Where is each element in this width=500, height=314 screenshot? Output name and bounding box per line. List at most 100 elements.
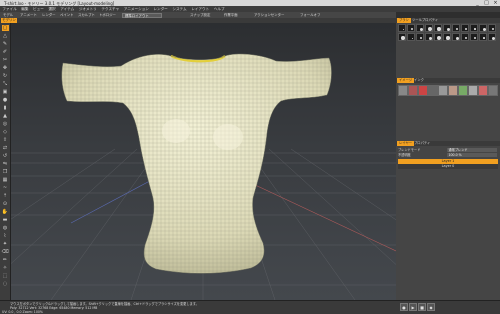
carve-icon[interactable]: ⌇ xyxy=(2,233,9,239)
tab-properties[interactable]: プロパティ xyxy=(412,141,432,146)
clone-icon[interactable]: ❐ xyxy=(2,169,9,175)
triangle-icon[interactable]: △ xyxy=(2,33,9,39)
brush-tip-icon xyxy=(492,28,494,30)
image-thumbnail[interactable] xyxy=(428,85,438,96)
brush-preset[interactable] xyxy=(461,33,469,41)
brush-tip-icon xyxy=(428,27,432,31)
cylinder-icon[interactable]: ▮ xyxy=(2,105,9,111)
image-thumbnail[interactable] xyxy=(478,85,488,96)
snap-settings-button[interactable]: スナップ設定 xyxy=(190,13,210,18)
tab-tool-properties[interactable]: ツールプロパティ xyxy=(410,18,440,23)
brush-preset[interactable] xyxy=(425,24,433,32)
pen-icon[interactable]: ✎ xyxy=(2,41,9,47)
push-icon[interactable]: ⇡ xyxy=(2,193,9,199)
image-thumbnail[interactable] xyxy=(408,85,418,96)
brush-preset[interactable] xyxy=(434,24,442,32)
smooth-icon[interactable]: ~ xyxy=(2,185,9,191)
brush-preset[interactable] xyxy=(407,33,415,41)
brush-preset[interactable] xyxy=(425,33,433,41)
bridge-icon[interactable]: ⇄ xyxy=(2,145,9,151)
record-icon[interactable]: ● xyxy=(400,303,408,311)
brush-preset[interactable] xyxy=(416,24,424,32)
action-center-button[interactable]: アクションセンター xyxy=(254,13,284,18)
key-icon[interactable]: ◆ xyxy=(427,303,435,311)
layout-dropdown[interactable]: 標準ロイアウト xyxy=(122,12,162,18)
cone-icon[interactable]: ▲ xyxy=(2,113,9,119)
array-icon[interactable]: ▦ xyxy=(2,177,9,183)
tab-brushes[interactable]: ブラシ xyxy=(397,18,411,23)
right-panel: ブラシ ツールプロパティ イメージ インク レイヤー プロパティ ブレンドモード… xyxy=(396,18,500,300)
brush-icon[interactable]: ✐ xyxy=(2,49,9,55)
brush-preset[interactable] xyxy=(452,24,460,32)
bevel-icon[interactable]: ◇ xyxy=(2,129,9,135)
rotate-icon[interactable]: ↻ xyxy=(2,73,9,79)
brush-preset[interactable] xyxy=(479,33,487,41)
loop-icon[interactable]: ↺ xyxy=(2,153,9,159)
sphere-icon[interactable]: ● xyxy=(2,97,9,103)
drag-icon[interactable]: ✋ xyxy=(2,209,9,215)
layer-item-selected[interactable]: Layer 1 xyxy=(398,159,498,164)
image-thumbnail[interactable] xyxy=(448,85,458,96)
tweak-icon[interactable]: ✦ xyxy=(2,241,9,247)
image-thumbnail[interactable] xyxy=(398,85,408,96)
brush-tip-icon xyxy=(474,37,476,39)
brush-tip-icon xyxy=(464,36,468,40)
inflate-icon[interactable]: ◍ xyxy=(2,225,9,231)
lasso-icon[interactable]: ◌ xyxy=(2,281,9,287)
paint-icon[interactable]: ✏ xyxy=(2,257,9,263)
brush-preset[interactable] xyxy=(416,33,424,41)
image-thumbnail[interactable] xyxy=(468,85,478,96)
select-icon[interactable]: ⬚ xyxy=(2,273,9,279)
image-thumbnail[interactable] xyxy=(438,85,448,96)
play-icon[interactable]: ▶ xyxy=(409,303,417,311)
brush-preset[interactable] xyxy=(398,33,406,41)
magnet-icon[interactable]: ⊙ xyxy=(2,201,9,207)
mode-render-button[interactable]: レンダー xyxy=(42,13,56,18)
brush-tip-icon xyxy=(411,37,413,39)
mirror-icon[interactable]: ⇋ xyxy=(2,161,9,167)
brush-preset[interactable] xyxy=(461,24,469,32)
mode-sculpt-button[interactable]: スカルプト xyxy=(78,13,95,18)
flatten-icon[interactable]: ▬ xyxy=(2,217,9,223)
brush-preset[interactable] xyxy=(452,33,460,41)
t-shirt-mesh[interactable] xyxy=(11,23,396,300)
mode-paint-button[interactable]: ペイント xyxy=(60,13,74,18)
brush-preset[interactable] xyxy=(470,33,478,41)
brush-preset[interactable] xyxy=(479,24,487,32)
layer-item[interactable]: Layer 0 xyxy=(398,164,498,169)
mode-topology-button[interactable]: トポロジー xyxy=(99,13,116,18)
work-plane-button[interactable]: 作業平面 xyxy=(224,13,238,18)
image-thumbnail[interactable] xyxy=(458,85,468,96)
tab-ink[interactable]: インク xyxy=(412,78,426,83)
brush-tip-icon xyxy=(419,27,423,31)
knife-icon[interactable]: ✂ xyxy=(2,57,9,63)
brush-preset[interactable] xyxy=(398,24,406,32)
image-thumbnail[interactable] xyxy=(488,85,498,96)
cube-icon[interactable]: ▣ xyxy=(2,89,9,95)
blend-mode-select[interactable]: 通常ブレンド xyxy=(447,148,497,153)
torus-icon[interactable]: ◎ xyxy=(2,121,9,127)
viewport-canvas[interactable] xyxy=(11,23,396,300)
brush-preset[interactable] xyxy=(488,33,496,41)
pick-icon[interactable]: ✧ xyxy=(2,265,9,271)
square-icon[interactable]: ▢ xyxy=(1,25,9,31)
mode-animate-button[interactable]: アニメート xyxy=(20,13,37,18)
brush-preset[interactable] xyxy=(443,24,451,32)
opacity-field[interactable]: 100.0 % xyxy=(447,153,497,158)
scale-icon[interactable]: ⤡ xyxy=(2,81,9,87)
left-bust xyxy=(162,119,190,143)
brush-preset[interactable] xyxy=(407,24,415,32)
brush-preset[interactable] xyxy=(434,33,442,41)
stop-icon[interactable]: ■ xyxy=(418,303,426,311)
left-tool-column: ▢ △ ✎ ✐ ✂ ✥ ↻ ⤡ ▣ ● ▮ ▲ ◎ ◇ ⇧ ⇄ ↺ ⇋ ❐ ▦ ~ ⇡ ⊙ ✋ ▬ ◍ ⌇ ✦ ⌫ ✏ ✧ ⬚ ◌ xyxy=(0,23,11,300)
erase-icon[interactable]: ⌫ xyxy=(2,249,9,255)
falloff-button[interactable]: フォールオフ xyxy=(300,13,320,18)
image-thumbnail[interactable] xyxy=(418,85,428,96)
3d-viewport[interactable] xyxy=(11,23,396,300)
extrude-icon[interactable]: ⇧ xyxy=(2,137,9,143)
brush-preset[interactable] xyxy=(470,24,478,32)
mode-model-button[interactable]: モデル xyxy=(3,13,13,18)
move-icon[interactable]: ✥ xyxy=(2,65,9,71)
brush-preset[interactable] xyxy=(443,33,451,41)
brush-preset[interactable] xyxy=(488,24,496,32)
